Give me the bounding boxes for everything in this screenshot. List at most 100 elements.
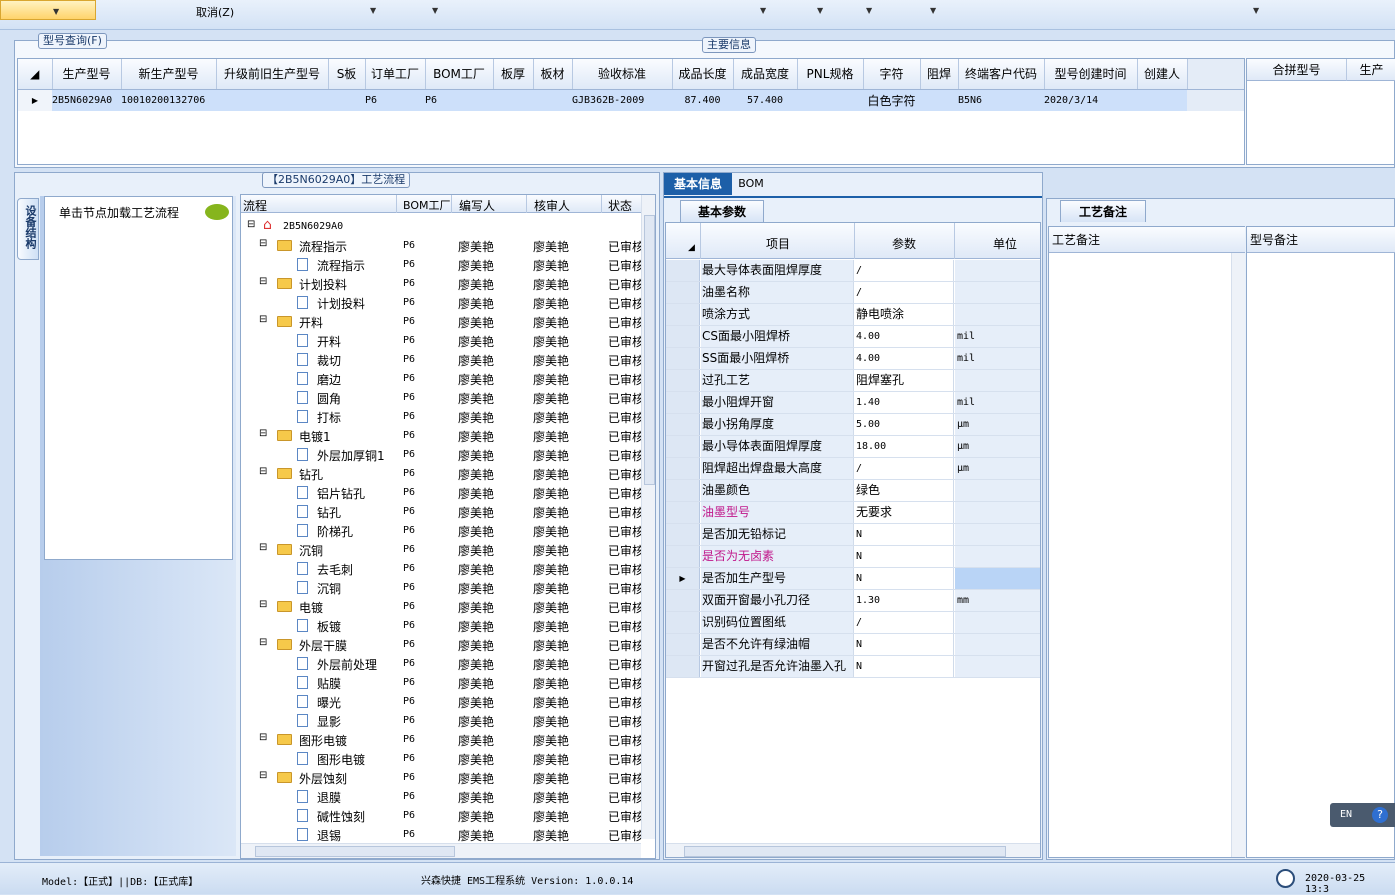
param-row[interactable]: 最大导体表面阻焊厚度 / xyxy=(666,260,1040,282)
tree-row[interactable]: ⊟ 外层蚀刻 P6 廖美艳 廖美艳 已审核 xyxy=(241,768,655,787)
column-header[interactable]: 项目 xyxy=(766,235,790,252)
param-value[interactable]: / xyxy=(855,458,954,479)
cell-4[interactable]: P6 xyxy=(365,89,425,111)
tree-row[interactable]: 碱性蚀刻 P6 廖美艳 廖美艳 已审核 xyxy=(241,806,655,825)
tree-row[interactable]: 裁切 P6 廖美艳 廖美艳 已审核 xyxy=(241,350,655,369)
collapse-icon[interactable]: ⊟ xyxy=(259,599,267,610)
tree-row[interactable]: ⊟ 外层干膜 P6 廖美艳 廖美艳 已审核 xyxy=(241,635,655,654)
tree-row[interactable]: 磨边 P6 廖美艳 廖美艳 已审核 xyxy=(241,369,655,388)
collapse-icon[interactable]: ⊟ xyxy=(259,238,267,249)
tree-row[interactable]: ⊟ 图形电镀 P6 廖美艳 廖美艳 已审核 xyxy=(241,730,655,749)
column-header[interactable]: BOM工厂 xyxy=(425,59,494,90)
tree-row[interactable]: ⊟ 沉铜 P6 廖美艳 廖美艳 已审核 xyxy=(241,540,655,559)
tree-row[interactable]: 外层加厚铜1 P6 廖美艳 廖美艳 已审核 xyxy=(241,445,655,464)
cell-14[interactable]: B5N6 xyxy=(958,89,1044,111)
scrollbar-thumb[interactable] xyxy=(644,215,655,485)
param-row[interactable]: CS面最小阻焊桥 4.00 mil xyxy=(666,326,1040,348)
tree-row[interactable]: ⊟ 钻孔 P6 廖美艳 廖美艳 已审核 xyxy=(241,464,655,483)
tree-row[interactable]: 流程指示 P6 廖美艳 廖美艳 已审核 xyxy=(241,255,655,274)
tree-root[interactable]: ⊟ ⌂ 2B5N6029A0 xyxy=(241,217,655,236)
tree-row[interactable]: 外层前处理 P6 廖美艳 廖美艳 已审核 xyxy=(241,654,655,673)
tree-row[interactable]: ⊟ 计划投料 P6 廖美艳 廖美艳 已审核 xyxy=(241,274,655,293)
tree-row[interactable]: ⊟ 电镀 P6 廖美艳 廖美艳 已审核 xyxy=(241,597,655,616)
param-row[interactable]: 油墨型号 无要求 xyxy=(666,502,1040,524)
param-row[interactable]: 过孔工艺 阻焊塞孔 xyxy=(666,370,1040,392)
collapse-icon[interactable]: ⊟ xyxy=(259,770,267,781)
collapse-icon[interactable]: ⊟ xyxy=(247,219,255,230)
tree-row[interactable]: 铝片钻孔 P6 廖美艳 廖美艳 已审核 xyxy=(241,483,655,502)
param-value[interactable]: 绿色 xyxy=(855,480,954,501)
column-header[interactable]: 参数 xyxy=(892,235,916,252)
param-row[interactable]: 油墨颜色 绿色 xyxy=(666,480,1040,502)
param-value[interactable]: 阻焊塞孔 xyxy=(855,370,954,391)
param-value[interactable]: / xyxy=(855,612,954,633)
param-row[interactable]: 最小导体表面阻焊厚度 18.00 μm xyxy=(666,436,1040,458)
tree-horizontal-scrollbar[interactable] xyxy=(241,843,641,858)
tree-row[interactable]: 显影 P6 廖美艳 廖美艳 已审核 xyxy=(241,711,655,730)
param-row[interactable]: 最小拐角厚度 5.00 μm xyxy=(666,414,1040,436)
process-notes-box[interactable]: 工艺备注 xyxy=(1048,226,1245,858)
column-header[interactable]: 板厚 xyxy=(493,59,534,90)
param-value[interactable]: 5.00 xyxy=(855,414,954,435)
dropdown-arrow-icon[interactable]: ▼ xyxy=(866,6,872,15)
param-row[interactable]: 阻焊超出焊盘最大高度 / μm xyxy=(666,458,1040,480)
collapse-icon[interactable]: ⊟ xyxy=(259,466,267,477)
column-header[interactable]: 板材 xyxy=(533,59,573,90)
param-row[interactable]: 喷涂方式 静电喷涂 xyxy=(666,304,1040,326)
column-header[interactable]: 订单工厂 xyxy=(365,59,426,90)
tree-row[interactable]: 图形电镀 P6 廖美艳 廖美艳 已审核 xyxy=(241,749,655,768)
column-header[interactable]: 终端客户代码 xyxy=(958,59,1045,90)
column-header[interactable]: 生产 xyxy=(1347,59,1395,81)
tree-row[interactable]: 板镀 P6 廖美艳 廖美艳 已审核 xyxy=(241,616,655,635)
equipment-structure-tab[interactable]: 设备结构 xyxy=(17,198,39,260)
dropdown-arrow-icon[interactable]: ▼ xyxy=(817,6,823,15)
param-value[interactable]: 1.30 xyxy=(855,590,954,611)
dropdown-arrow-icon[interactable]: ▼ xyxy=(1253,6,1259,15)
column-header[interactable]: PNL规格 xyxy=(797,59,864,90)
param-row[interactable]: 最小阻焊开窗 1.40 mil xyxy=(666,392,1040,414)
column-header[interactable]: 流程 xyxy=(243,197,267,214)
notes-scrollbar[interactable] xyxy=(1231,253,1245,857)
cell-5[interactable]: P6 xyxy=(425,89,493,111)
column-header[interactable]: 合拼型号 xyxy=(1247,59,1347,81)
language-bar[interactable]: EN ? xyxy=(1330,803,1395,827)
column-header[interactable]: 核审人 xyxy=(534,197,570,214)
column-header[interactable]: 升级前旧生产型号 xyxy=(216,59,329,90)
cell-13[interactable] xyxy=(920,89,958,111)
tree-row[interactable]: 退膜 P6 廖美艳 廖美艳 已审核 xyxy=(241,787,655,806)
collapse-icon[interactable]: ⊟ xyxy=(259,276,267,287)
tree-row[interactable]: 曝光 P6 廖美艳 廖美艳 已审核 xyxy=(241,692,655,711)
param-value[interactable]: N xyxy=(855,568,954,589)
cell-1[interactable]: 10010200132706 xyxy=(121,89,216,111)
column-header[interactable]: 阻焊 xyxy=(920,59,959,90)
language-indicator[interactable]: EN xyxy=(1340,809,1352,820)
collapse-icon[interactable]: ⊟ xyxy=(259,637,267,648)
param-value[interactable]: 4.00 xyxy=(855,348,954,369)
tree-row[interactable]: ⊟ 流程指示 P6 廖美艳 廖美艳 已审核 xyxy=(241,236,655,255)
tree-row[interactable]: 圆角 P6 廖美艳 廖美艳 已审核 xyxy=(241,388,655,407)
tree-row[interactable]: 钻孔 P6 廖美艳 廖美艳 已审核 xyxy=(241,502,655,521)
cell-11[interactable] xyxy=(797,89,863,111)
cell-15[interactable]: 2020/3/14 xyxy=(1044,89,1137,111)
column-header[interactable]: 字符 xyxy=(863,59,921,90)
tree-vertical-scrollbar[interactable] xyxy=(641,195,655,839)
param-row[interactable]: ▶ 是否加生产型号 N xyxy=(666,568,1040,590)
column-header[interactable]: 创建人 xyxy=(1137,59,1188,90)
dropdown-arrow-icon[interactable]: ▼ xyxy=(370,6,376,15)
tree-row[interactable]: ⊟ 电镀1 P6 廖美艳 廖美艳 已审核 xyxy=(241,426,655,445)
column-header[interactable]: 生产型号 xyxy=(52,59,122,90)
column-header[interactable]: 验收标准 xyxy=(572,59,673,90)
cell-8[interactable]: GJB362B-2009 xyxy=(572,89,672,111)
param-value[interactable]: 4.00 xyxy=(855,326,954,347)
column-header[interactable]: S板 xyxy=(328,59,366,90)
param-row[interactable]: 双面开窗最小孔刀径 1.30 mm xyxy=(666,590,1040,612)
param-row[interactable]: 是否为无卤素 N xyxy=(666,546,1040,568)
model-notes-box[interactable]: 型号备注 xyxy=(1246,226,1395,858)
collapse-icon[interactable]: ⊟ xyxy=(259,428,267,439)
collapse-icon[interactable]: ⊟ xyxy=(259,732,267,743)
param-row[interactable]: 是否不允许有绿油帽 N xyxy=(666,634,1040,656)
cell-2[interactable] xyxy=(216,89,328,111)
collapse-icon[interactable]: ⊟ xyxy=(259,314,267,325)
tab-bom[interactable]: BOM xyxy=(734,173,768,195)
column-header[interactable]: 成品宽度 xyxy=(733,59,798,90)
